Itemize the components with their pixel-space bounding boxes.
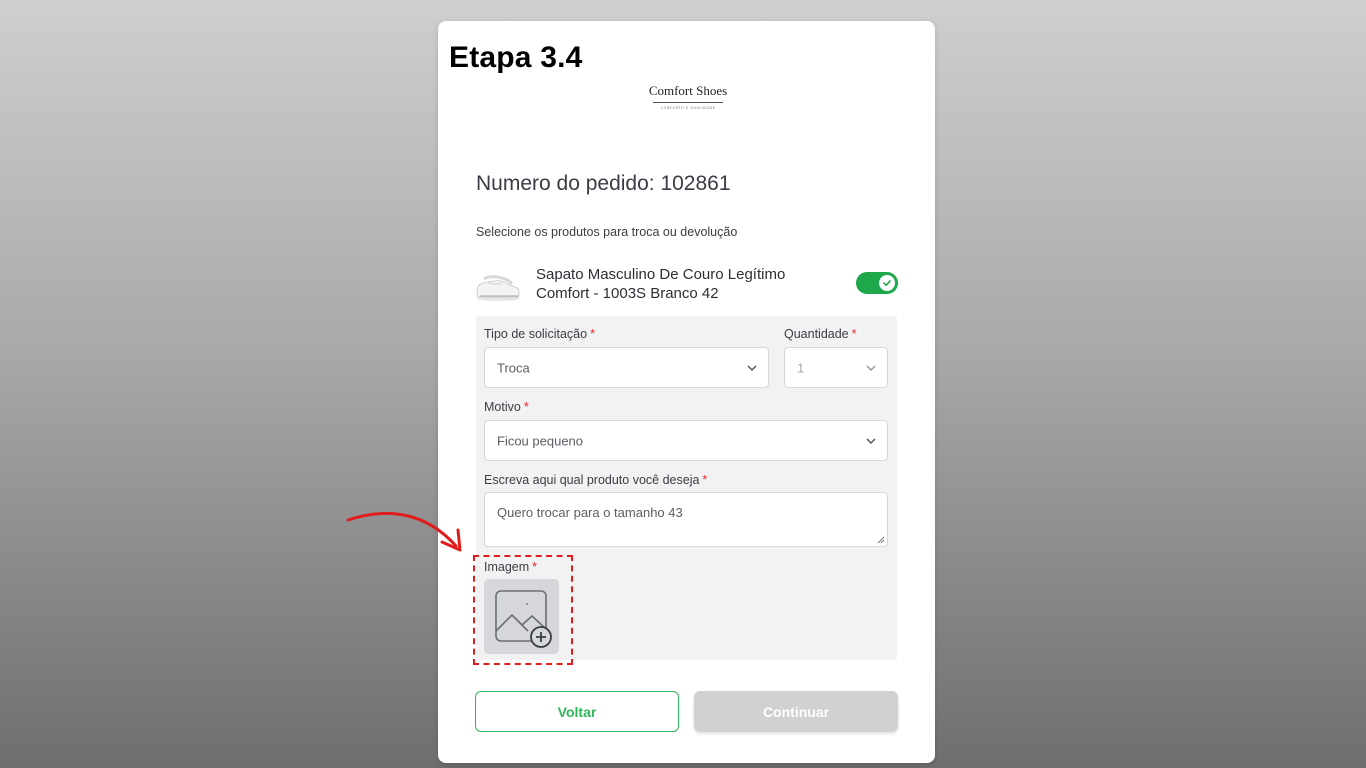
image-add-icon [495, 590, 552, 648]
request-form-panel: Tipo de solicitação * Troca Quantidade * 1… [476, 316, 897, 660]
order-number-title: Numero do pedido: 102861 [476, 172, 731, 195]
chevron-down-icon [747, 364, 757, 371]
desired-product-value: Quero trocar para o tamanho 43 [497, 505, 683, 520]
check-icon [883, 280, 891, 286]
toggle-knob [879, 275, 895, 291]
required-mark: * [590, 327, 595, 341]
required-mark: * [851, 327, 857, 341]
brand-logo-name: Comfort Shoes [648, 83, 728, 98]
reason-label: Motivo * [484, 400, 529, 414]
quantity-value: 1 [797, 360, 805, 375]
image-upload-button[interactable] [484, 579, 559, 654]
return-request-card: Etapa 3.4 Comfort Shoes CONFORTO E QUALI… [438, 21, 935, 763]
arrow-annotation-icon [346, 511, 462, 552]
reason-label-text: Motivo [484, 400, 521, 414]
image-label: Imagem * [484, 560, 537, 574]
product-name: Sapato Masculino De Couro Legítimo Comfo… [536, 266, 786, 302]
back-button[interactable]: Voltar [475, 691, 679, 732]
desired-product-label: Escreva aqui qual produto você deseja * [484, 473, 707, 487]
request-type-select[interactable]: Troca [484, 347, 769, 388]
request-type-label: Tipo de solicitação * [484, 327, 595, 341]
quantity-label: Quantidade * [784, 327, 857, 341]
continue-button[interactable]: Continuar [694, 691, 898, 732]
desired-product-label-text: Escreva aqui qual produto você deseja [484, 473, 700, 487]
chevron-down-icon [866, 437, 876, 444]
product-select-toggle[interactable] [856, 272, 898, 294]
resize-handle-icon[interactable] [877, 536, 885, 544]
request-type-value: Troca [497, 360, 530, 375]
chevron-down-icon [866, 364, 876, 371]
logo-divider [653, 102, 723, 103]
required-mark: * [702, 473, 708, 487]
request-type-label-text: Tipo de solicitação [484, 327, 588, 341]
brand-logo-tagline: CONFORTO E QUALIDADE [660, 106, 716, 110]
quantity-label-text: Quantidade [784, 327, 849, 341]
desired-product-textarea[interactable]: Quero trocar para o tamanho 43 [484, 492, 888, 547]
instructions-text: Selecione os produtos para troca ou devo… [476, 225, 738, 239]
image-label-text: Imagem [484, 560, 530, 574]
quantity-select[interactable]: 1 [784, 347, 888, 388]
required-mark: * [523, 400, 529, 414]
required-mark: * [532, 560, 538, 574]
reason-value: Ficou pequeno [497, 433, 584, 448]
brand-logo: Comfort Shoes CONFORTO E QUALIDADE [638, 83, 738, 110]
step-title: Etapa 3.4 [449, 41, 583, 74]
shoe-icon [476, 275, 520, 301]
reason-select[interactable]: Ficou pequeno [484, 420, 888, 461]
